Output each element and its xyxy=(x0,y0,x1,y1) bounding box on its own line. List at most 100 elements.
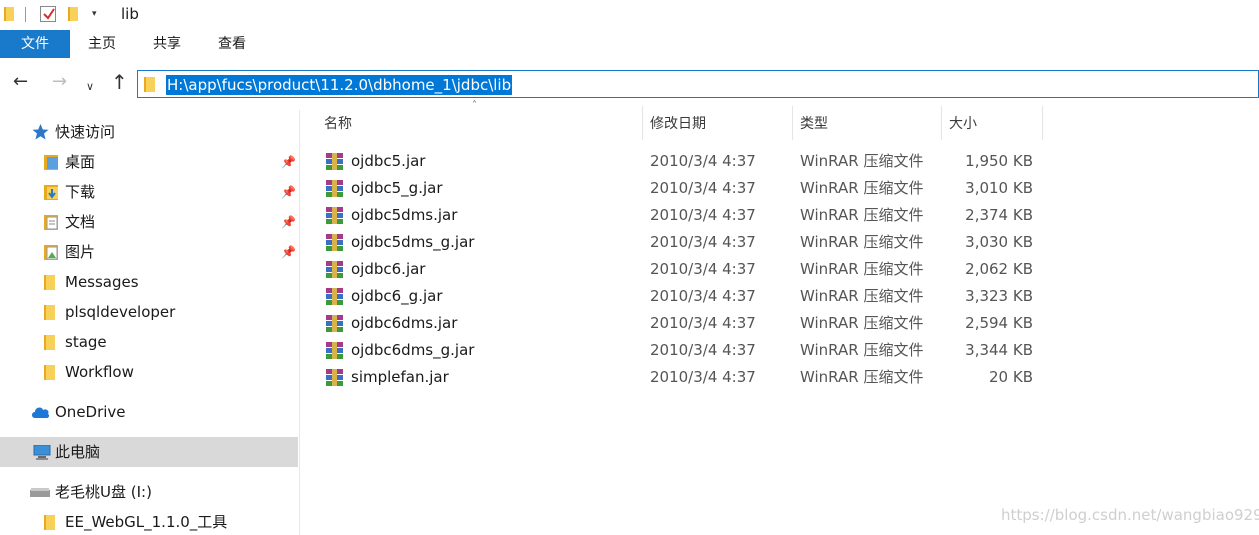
window-title: lib xyxy=(121,5,139,23)
sidebar-item-plsqldeveloper[interactable]: plsqldeveloper xyxy=(0,297,298,327)
sidebar-item-pictures[interactable]: 图片 📌 xyxy=(0,237,298,267)
sidebar-item-label: stage xyxy=(65,333,107,351)
file-date: 2010/3/4 4:37 xyxy=(650,206,756,224)
pin-icon[interactable]: 📌 xyxy=(281,237,296,267)
file-size: 2,062 KB xyxy=(965,260,1033,278)
file-type: WinRAR 压缩文件 xyxy=(800,233,924,251)
file-name: simplefan.jar xyxy=(351,368,449,386)
ribbon-tabs: 文件 主页 共享 查看 xyxy=(0,30,1259,58)
sidebar-item-label: 桌面 xyxy=(65,153,96,171)
customize-toolbar-dropdown[interactable]: ▾ xyxy=(92,9,97,19)
sidebar-item-label: plsqldeveloper xyxy=(65,303,176,321)
file-size: 20 KB xyxy=(989,368,1033,386)
properties-icon[interactable] xyxy=(40,6,56,22)
file-name: ojdbc6.jar xyxy=(351,260,426,278)
sidebar-item-label: 老毛桃U盘 (I:) xyxy=(55,483,152,501)
recent-locations-chevron-icon[interactable]: ∨ xyxy=(86,75,94,99)
sidebar-item-workflow[interactable]: Workflow xyxy=(0,357,298,387)
tab-home[interactable]: 主页 xyxy=(74,30,130,58)
sidebar-item-usb-drive[interactable]: 老毛桃U盘 (I:) xyxy=(0,477,298,507)
downloads-folder-icon xyxy=(44,185,58,200)
sidebar-item-quick-access[interactable]: 快速访问 xyxy=(0,117,298,147)
file-date: 2010/3/4 4:37 xyxy=(650,152,756,170)
sidebar-item-label: 图片 xyxy=(65,243,96,261)
sidebar-item-this-pc[interactable]: 此电脑 xyxy=(0,437,298,467)
file-type: WinRAR 压缩文件 xyxy=(800,260,924,278)
sidebar-item-stage[interactable]: stage xyxy=(0,327,298,357)
address-bar[interactable]: H:\app\fucs\product\11.2.0\dbhome_1\jdbc… xyxy=(137,70,1259,98)
file-date: 2010/3/4 4:37 xyxy=(650,233,756,251)
star-icon xyxy=(32,124,49,140)
new-folder-icon[interactable] xyxy=(68,7,78,21)
sidebar-item-label: 此电脑 xyxy=(55,443,101,461)
sidebar-item-desktop[interactable]: 桌面 📌 xyxy=(0,147,298,177)
winrar-archive-icon xyxy=(326,342,343,359)
file-date: 2010/3/4 4:37 xyxy=(650,368,756,386)
navigation-pane: 快速访问 桌面 📌 下载 📌 文档 📌 图片 📌 Messages plsqld… xyxy=(0,110,300,535)
address-path-input[interactable]: H:\app\fucs\product\11.2.0\dbhome_1\jdbc… xyxy=(166,75,513,95)
file-size: 2,374 KB xyxy=(965,206,1033,224)
pin-icon[interactable]: 📌 xyxy=(281,147,296,177)
file-row[interactable]: ojdbc5.jar 2010/3/4 4:37 WinRAR 压缩文件 1,9… xyxy=(318,148,1048,175)
file-size: 2,594 KB xyxy=(965,314,1033,332)
tab-file[interactable]: 文件 xyxy=(0,30,70,58)
sidebar-item-messages[interactable]: Messages xyxy=(0,267,298,297)
sidebar-item-ee-webgl[interactable]: EE_WebGL_1.1.0_工具 xyxy=(0,507,298,535)
file-row[interactable]: ojdbc5dms.jar 2010/3/4 4:37 WinRAR 压缩文件 … xyxy=(318,202,1048,229)
file-size: 3,344 KB xyxy=(965,341,1033,359)
up-arrow-icon[interactable]: ↑ xyxy=(111,70,128,94)
back-arrow-icon[interactable]: ← xyxy=(13,70,28,94)
file-name: ojdbc5_g.jar xyxy=(351,179,443,197)
winrar-archive-icon xyxy=(326,261,343,278)
folder-icon xyxy=(144,77,155,92)
file-name: ojdbc5dms.jar xyxy=(351,206,458,224)
pin-icon[interactable]: 📌 xyxy=(281,177,296,207)
column-header-date[interactable]: 修改日期 xyxy=(643,108,792,140)
column-header-type[interactable]: 类型 xyxy=(793,108,941,140)
pin-icon[interactable]: 📌 xyxy=(281,207,296,237)
file-type: WinRAR 压缩文件 xyxy=(800,314,924,332)
file-size: 1,950 KB xyxy=(965,152,1033,170)
file-size: 3,010 KB xyxy=(965,179,1033,197)
folder-icon[interactable] xyxy=(4,7,14,21)
folder-icon xyxy=(44,515,55,530)
sidebar-item-downloads[interactable]: 下载 📌 xyxy=(0,177,298,207)
tab-view[interactable]: 查看 xyxy=(204,30,260,58)
file-row[interactable]: ojdbc5_g.jar 2010/3/4 4:37 WinRAR 压缩文件 3… xyxy=(318,175,1048,202)
sidebar-item-documents[interactable]: 文档 📌 xyxy=(0,207,298,237)
sidebar-item-label: Messages xyxy=(65,273,139,291)
file-row[interactable]: ojdbc6dms.jar 2010/3/4 4:37 WinRAR 压缩文件 … xyxy=(318,310,1048,337)
folder-icon xyxy=(44,275,55,290)
column-header-size[interactable]: 大小 xyxy=(942,108,1042,140)
column-header-name[interactable]: 名称 xyxy=(318,108,642,140)
pictures-folder-icon xyxy=(44,245,58,260)
column-separator[interactable] xyxy=(1042,106,1043,140)
cloud-icon xyxy=(32,407,50,418)
folder-icon xyxy=(44,305,55,320)
tab-share[interactable]: 共享 xyxy=(139,30,195,58)
folder-icon xyxy=(44,335,55,350)
winrar-archive-icon xyxy=(326,153,343,170)
file-type: WinRAR 压缩文件 xyxy=(800,152,924,170)
file-row[interactable]: simplefan.jar 2010/3/4 4:37 WinRAR 压缩文件 … xyxy=(318,364,1048,391)
file-date: 2010/3/4 4:37 xyxy=(650,314,756,332)
sidebar-item-label: 下载 xyxy=(65,183,96,201)
winrar-archive-icon xyxy=(326,207,343,224)
sidebar-item-label: 文档 xyxy=(65,213,96,231)
winrar-archive-icon xyxy=(326,315,343,332)
folder-icon xyxy=(44,365,55,380)
file-row[interactable]: ojdbc5dms_g.jar 2010/3/4 4:37 WinRAR 压缩文… xyxy=(318,229,1048,256)
sidebar-item-label: OneDrive xyxy=(55,403,126,421)
file-type: WinRAR 压缩文件 xyxy=(800,368,924,386)
file-row[interactable]: ojdbc6.jar 2010/3/4 4:37 WinRAR 压缩文件 2,0… xyxy=(318,256,1048,283)
forward-arrow-icon[interactable]: → xyxy=(52,70,67,94)
desktop-folder-icon xyxy=(44,155,58,170)
sidebar-item-onedrive[interactable]: OneDrive xyxy=(0,397,298,427)
file-row[interactable]: ojdbc6_g.jar 2010/3/4 4:37 WinRAR 压缩文件 3… xyxy=(318,283,1048,310)
documents-folder-icon xyxy=(44,215,58,230)
file-row[interactable]: ojdbc6dms_g.jar 2010/3/4 4:37 WinRAR 压缩文… xyxy=(318,337,1048,364)
file-date: 2010/3/4 4:37 xyxy=(650,260,756,278)
winrar-archive-icon xyxy=(326,234,343,251)
file-type: WinRAR 压缩文件 xyxy=(800,341,924,359)
file-name: ojdbc5.jar xyxy=(351,152,426,170)
